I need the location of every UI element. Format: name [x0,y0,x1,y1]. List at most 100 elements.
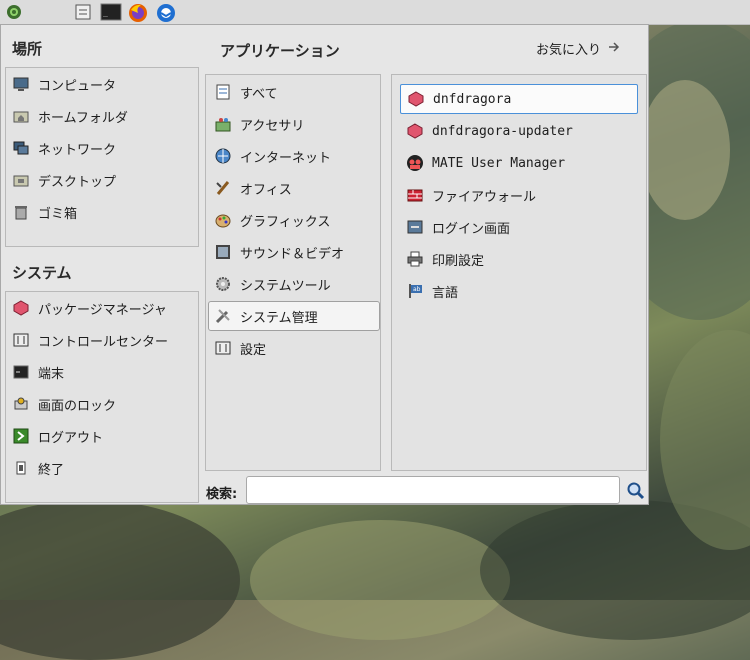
application-menu: 場所 コンピュータ ホームフォルダ ネットワーク デスクトップ ゴミ箱 システム… [0,24,649,505]
desktop-icon [12,171,30,189]
category-system-tools[interactable]: システムツール [208,269,380,299]
app-print-settings[interactable]: 印刷設定 [400,244,638,274]
login-screen-icon [406,218,424,236]
places-item-computer[interactable]: コンピュータ [12,69,116,99]
dnfdragora-icon [407,90,425,108]
category-label: アクセサリ [240,118,305,134]
places-item-label: ホームフォルダ [38,110,128,126]
category-label: グラフィックス [240,214,331,230]
places-item-trash[interactable]: ゴミ箱 [12,197,77,227]
category-administration[interactable]: システム管理 [208,301,380,331]
system-heading: システム [12,264,72,282]
system-item-label: 端末 [38,366,65,382]
category-sound-video[interactable]: サウンド＆ビデオ [208,237,380,267]
app-dnfdragora[interactable]: dnfdragora [400,84,638,114]
category-accessories[interactable]: アクセサリ [208,109,380,139]
network-icon [12,139,30,157]
places-item-label: ネットワーク [38,142,117,158]
system-item-label: ログアウト [38,430,104,446]
shutdown-icon [12,459,30,477]
control-center-icon [12,331,30,349]
dnfdragora-updater-icon [406,122,424,140]
system-item-label: コントロールセンター [38,334,169,350]
category-label: すべて [240,86,278,102]
top-panel: _ [0,0,750,25]
app-label: MATE User Manager [432,155,566,171]
internet-icon [214,147,232,165]
system-item-label: 画面のロック [38,398,117,414]
system-item-terminal[interactable]: 端末 [12,357,64,387]
app-label: dnfdragora [433,91,512,107]
category-all[interactable]: すべて [208,77,380,107]
file-manager-icon[interactable] [73,2,93,22]
arrow-right-icon [607,40,623,58]
places-item-label: ゴミ箱 [38,206,78,222]
favorites-button[interactable]: お気に入り [536,39,623,58]
category-label: 設定 [240,342,267,358]
app-user-manager[interactable]: MATE User Manager [400,148,638,178]
svg-text:ab: ab [413,286,421,293]
system-item-package-manager[interactable]: パッケージマネージャ [12,293,167,323]
favorites-label: お気に入り [536,43,602,58]
firefox-icon[interactable] [127,2,147,22]
terminal-icon [12,363,30,381]
system-item-lock-screen[interactable]: 画面のロック [12,389,116,419]
printer-icon [406,250,424,268]
graphics-icon [214,211,232,229]
firewall-icon [406,186,424,204]
app-label: 言語 [432,285,459,301]
category-internet[interactable]: インターネット [208,141,380,171]
app-login-screen[interactable]: ログイン画面 [400,212,638,242]
places-item-label: コンピュータ [38,78,117,94]
search-label: 検索: [206,487,238,502]
sound-video-icon [214,243,232,261]
category-label: システム管理 [240,310,318,326]
system-item-shutdown[interactable]: 終了 [12,453,64,483]
category-label: インターネット [240,150,332,166]
terminal-launcher-icon[interactable]: _ [100,2,122,22]
preferences-icon [214,339,232,357]
user-manager-icon [406,154,424,172]
category-label: オフィス [240,182,292,198]
svg-text:_: _ [103,8,108,17]
category-preferences[interactable]: 設定 [208,333,380,363]
search-icon[interactable] [626,481,646,501]
package-manager-icon [12,299,30,317]
places-item-network[interactable]: ネットワーク [12,133,116,163]
system-list: パッケージマネージャ コントロールセンター 端末 画面のロック ログアウト 終了 [5,291,199,503]
mate-menu-icon[interactable] [4,2,24,22]
system-tools-icon [214,275,232,293]
places-item-label: デスクトップ [38,174,117,190]
system-item-logout[interactable]: ログアウト [12,421,103,451]
app-firewall[interactable]: ファイアウォール [400,180,638,210]
home-folder-icon [12,107,30,125]
places-list: コンピュータ ホームフォルダ ネットワーク デスクトップ ゴミ箱 [5,67,199,247]
app-label: ファイアウォール [432,189,537,205]
all-icon [214,83,232,101]
search-input[interactable] [246,476,620,504]
language-icon: ab [406,282,424,300]
thunderbird-icon[interactable] [155,2,175,22]
lock-screen-icon [12,395,30,413]
app-label: 印刷設定 [432,253,485,269]
places-item-home[interactable]: ホームフォルダ [12,101,128,131]
logout-icon [12,427,30,445]
app-label: dnfdragora-updater [432,123,573,139]
places-heading: 場所 [12,40,43,58]
places-item-desktop[interactable]: デスクトップ [12,165,116,195]
system-item-control-center[interactable]: コントロールセンター [12,325,168,355]
category-label: システムツール [240,278,331,294]
trash-icon [12,203,30,221]
categories-list: すべて アクセサリ インターネット オフィス グラフィックス サウンド＆ビデオ … [205,74,381,471]
apps-list: dnfdragora dnfdragora-updater MATE User … [391,74,647,471]
office-icon [214,179,232,197]
category-label: サウンド＆ビデオ [240,246,345,262]
accessories-icon [214,115,232,133]
applications-heading: アプリケーション [220,42,340,60]
app-language[interactable]: ab 言語 [400,276,638,306]
category-graphics[interactable]: グラフィックス [208,205,380,235]
category-office[interactable]: オフィス [208,173,380,203]
system-item-label: 終了 [38,462,65,478]
computer-icon [12,75,30,93]
app-dnfdragora-updater[interactable]: dnfdragora-updater [400,116,638,146]
